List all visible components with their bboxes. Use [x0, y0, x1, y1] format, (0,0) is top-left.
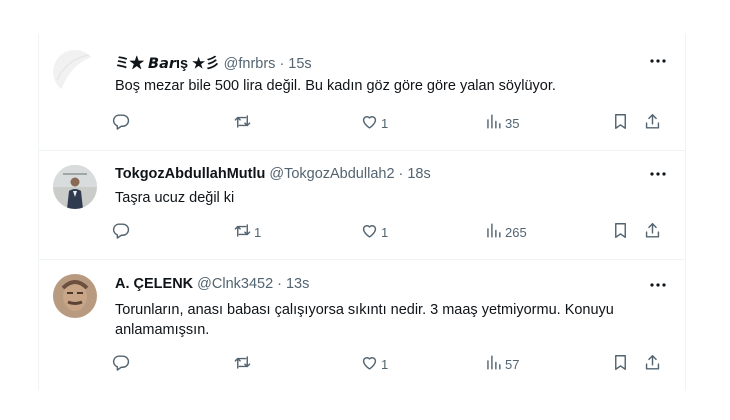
timestamp[interactable]: 15s — [288, 56, 311, 72]
reply-button[interactable] — [111, 112, 132, 134]
bookmark-icon — [611, 112, 630, 134]
bookmark-icon — [611, 221, 630, 243]
username[interactable]: @fnrbrs — [224, 56, 276, 72]
like-count: 1 — [381, 356, 389, 372]
tweet-header: ミ★ 𝘽𝙖𝙧ış ★彡 @fnrbrs · 15s — [115, 52, 312, 73]
more-icon[interactable] — [649, 52, 667, 70]
avatar[interactable] — [53, 274, 97, 318]
retweet-button[interactable] — [233, 353, 254, 375]
views-button[interactable]: 265 — [484, 221, 527, 243]
like-button[interactable]: 1 — [360, 353, 388, 375]
like-button[interactable]: 1 — [360, 221, 388, 243]
tweet-actions: 1 57 — [111, 353, 671, 375]
retweet-count: 1 — [254, 224, 262, 240]
share-button[interactable] — [643, 112, 662, 134]
tweet-actions: 1 1 265 — [111, 221, 671, 243]
like-count: 1 — [381, 224, 389, 240]
views-icon — [484, 221, 503, 243]
share-button[interactable] — [643, 353, 662, 375]
avatar[interactable] — [53, 50, 97, 94]
retweet-icon — [233, 353, 252, 375]
views-icon — [484, 353, 503, 375]
more-icon[interactable] — [649, 276, 667, 294]
tweet[interactable]: A. ÇELENK @Clnk3452 · 13s Torunların, an… — [39, 260, 685, 390]
retweet-icon — [233, 221, 252, 243]
views-button[interactable]: 57 — [484, 353, 519, 375]
reply-icon — [111, 221, 130, 243]
reply-button[interactable] — [111, 353, 132, 375]
retweet-icon — [233, 112, 252, 134]
tweet[interactable]: ミ★ 𝘽𝙖𝙧ış ★彡 @fnrbrs · 15s Boş mezar bile… — [39, 34, 685, 151]
timestamp[interactable]: 13s — [286, 276, 309, 292]
views-button[interactable]: 35 — [484, 112, 519, 134]
bookmark-icon — [611, 353, 630, 375]
username[interactable]: @TokgozAbdullah2 — [269, 166, 394, 182]
timeline: ミ★ 𝘽𝙖𝙧ış ★彡 @fnrbrs · 15s Boş mezar bile… — [38, 34, 686, 390]
views-count: 57 — [505, 356, 520, 372]
retweet-button[interactable] — [233, 112, 254, 134]
separator: · — [398, 166, 404, 182]
tweet[interactable]: TokgozAbdullahMutlu @TokgozAbdullah2 · 1… — [39, 151, 685, 260]
avatar[interactable] — [53, 165, 97, 209]
username[interactable]: @Clnk3452 — [197, 276, 273, 292]
like-button[interactable]: 1 — [360, 112, 388, 134]
heart-icon — [360, 353, 379, 375]
share-icon — [643, 112, 662, 134]
bookmark-button[interactable] — [611, 112, 630, 134]
separator: · — [279, 56, 285, 72]
heart-icon — [360, 112, 379, 134]
timestamp[interactable]: 18s — [407, 166, 430, 182]
views-icon — [484, 112, 503, 134]
share-button[interactable] — [643, 221, 662, 243]
tweet-text: Torunların, anası babası çalışıyorsa sık… — [115, 302, 614, 338]
share-icon — [643, 221, 662, 243]
like-count: 1 — [381, 115, 389, 131]
views-count: 35 — [505, 115, 520, 131]
more-icon[interactable] — [649, 165, 667, 183]
bookmark-button[interactable] — [611, 221, 630, 243]
heart-icon — [360, 221, 379, 243]
share-icon — [643, 353, 662, 375]
views-count: 265 — [505, 224, 527, 240]
reply-icon — [111, 112, 130, 134]
retweet-button[interactable]: 1 — [233, 221, 261, 243]
tweet-text: Taşra ucuz değil ki — [115, 190, 235, 206]
tweet-header: TokgozAbdullahMutlu @TokgozAbdullah2 · 1… — [115, 166, 431, 182]
display-name[interactable]: TokgozAbdullahMutlu — [115, 166, 265, 182]
separator: · — [277, 276, 282, 292]
reply-button[interactable] — [111, 221, 132, 243]
tweet-header: A. ÇELENK @Clnk3452 · 13s — [115, 276, 309, 292]
bookmark-button[interactable] — [611, 353, 630, 375]
display-name[interactable]: A. ÇELENK — [115, 276, 193, 292]
tweet-text: Boş mezar bile 500 lira değil. Bu kadın … — [115, 78, 556, 94]
reply-icon — [111, 353, 130, 375]
tweet-actions: 1 35 — [111, 112, 671, 134]
display-name[interactable]: ミ★ 𝘽𝙖𝙧ış ★彡 — [115, 52, 220, 73]
